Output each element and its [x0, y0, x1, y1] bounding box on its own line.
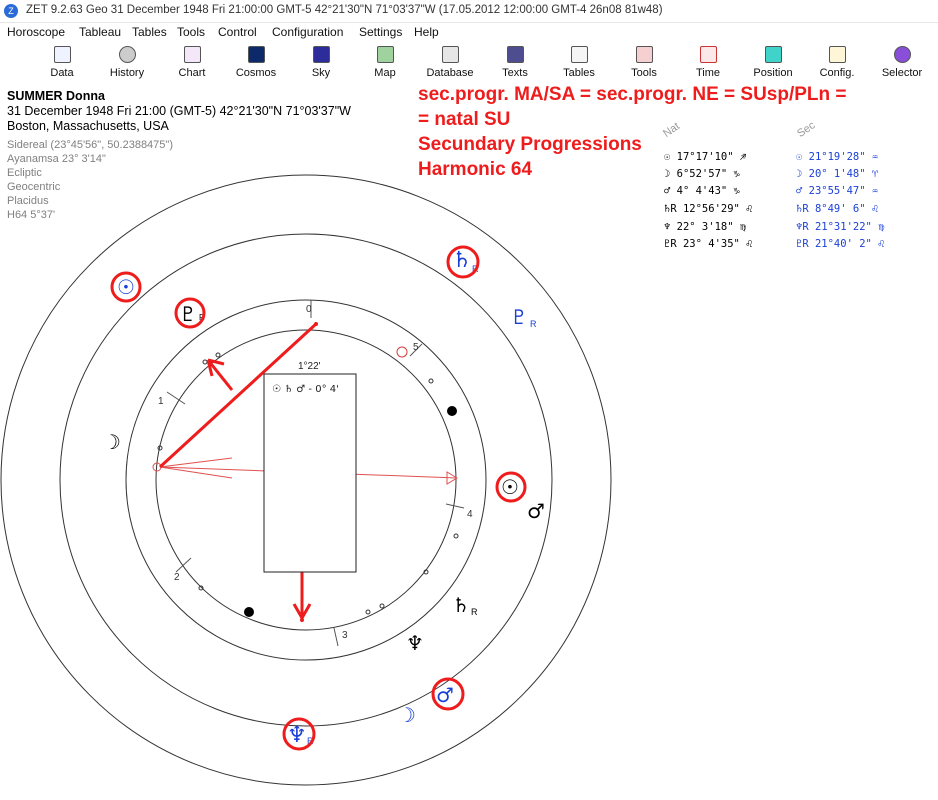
midpoint-dot	[314, 322, 318, 326]
mars-outer-icon[interactable]: ♂	[436, 683, 454, 707]
house-cusp-2	[175, 557, 192, 573]
sun-inner-icon[interactable]: ☉	[501, 475, 519, 499]
aspect-box[interactable]	[263, 373, 357, 573]
sun-outer-icon[interactable]: ☉	[117, 275, 135, 299]
saturn-inner-icon[interactable]: ♄	[452, 593, 470, 617]
house-number-3: 3	[342, 630, 348, 641]
aspect-marker	[396, 346, 408, 358]
house-number-0: 0	[306, 304, 312, 315]
small-marker	[215, 352, 221, 358]
small-marker	[379, 603, 385, 609]
small-marker	[365, 609, 371, 615]
house-cusp-3	[333, 627, 339, 647]
house-number-5: 5	[413, 342, 419, 353]
neptune-inner-icon[interactable]: ♆	[406, 631, 424, 655]
pluto-outer-icon[interactable]: ♇	[510, 305, 528, 329]
house-cusp-4	[445, 503, 465, 509]
filled-marker	[244, 607, 254, 617]
small-marker	[453, 533, 459, 539]
chart-wheel[interactable]: 0 1 2 3 4 5 1°22' ☉ ♄ ♂ - 0° 4' ☉ ♄ R ♇ …	[0, 0, 938, 800]
house-number-4: 4	[467, 509, 473, 520]
mars-inner-icon[interactable]: ♂	[527, 499, 545, 523]
small-marker	[202, 359, 208, 365]
house-number-2: 2	[174, 572, 180, 583]
retrograde-marker: R	[530, 319, 537, 329]
midpoint-dot	[300, 618, 304, 622]
saturn-outer-icon[interactable]: ♄	[452, 248, 472, 273]
small-marker	[428, 378, 434, 384]
house-number-1: 1	[158, 396, 164, 407]
arc-label: 1°22'	[298, 361, 321, 372]
house-cusp-1	[166, 391, 186, 405]
moon-outer-icon[interactable]: ☽	[398, 703, 416, 727]
aspect-box-text: ☉ ♄ ♂ - 0° 4'	[272, 384, 339, 395]
moon-inner-icon[interactable]: ☽	[103, 430, 121, 454]
filled-marker	[447, 406, 457, 416]
retrograde-marker: R	[471, 607, 478, 617]
